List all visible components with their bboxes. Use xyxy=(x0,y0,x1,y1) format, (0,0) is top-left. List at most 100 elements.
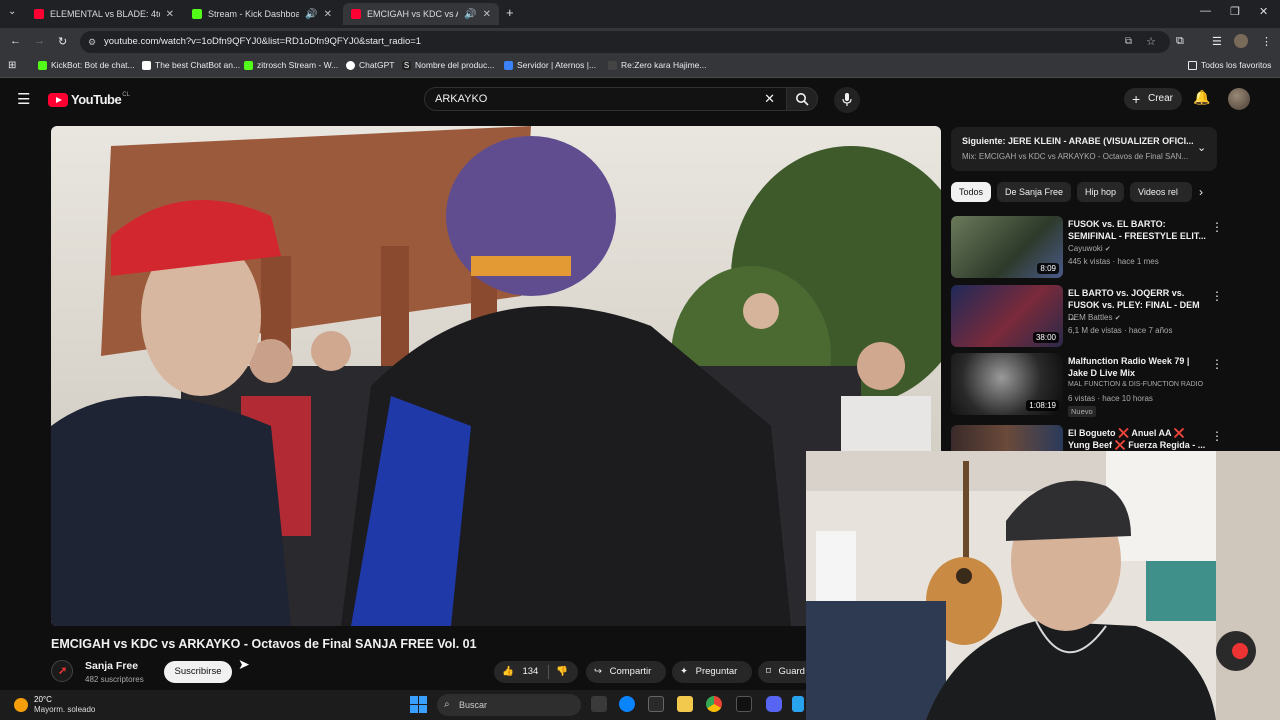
tab-emcigah-video[interactable]: EMCIGAH vs KDC vs ARKAY 🔊 ✕ xyxy=(343,3,499,25)
bookmark-favicon-icon: S xyxy=(402,60,411,70)
video-thumbnail[interactable] xyxy=(951,425,1063,451)
search-button[interactable] xyxy=(786,87,818,111)
related-video-channel[interactable]: DEM Battles ✔ xyxy=(1068,313,1121,322)
chrome-menu-icon[interactable]: ⋮ xyxy=(1261,35,1272,48)
chrome-icon[interactable] xyxy=(706,696,722,712)
voice-search-button[interactable] xyxy=(834,87,860,113)
extensions-icon[interactable]: ⧉ xyxy=(1176,35,1184,48)
subscribe-button[interactable]: Suscribirse xyxy=(164,661,232,683)
account-avatar[interactable] xyxy=(1228,88,1250,110)
bookmark-zitrosch[interactable]: zitrosch Stream - W... xyxy=(244,60,338,70)
more-options-icon[interactable]: ⋮ xyxy=(1211,429,1223,443)
up-next-panel[interactable]: Siguiente: JERE KLEIN - ARABE (VISUALIZE… xyxy=(951,127,1217,171)
kick-favicon-icon xyxy=(38,60,47,70)
chip-de-sanja-free[interactable]: De Sanja Free xyxy=(997,182,1072,202)
save-button[interactable]: ⌑ Guard xyxy=(758,661,806,683)
related-video-2[interactable]: 38:00 EL BARTO vs. JOQERR vs. FUSOK vs. … xyxy=(951,285,1226,349)
maximize-window-icon[interactable]: ❐ xyxy=(1230,5,1240,18)
audio-icon[interactable]: 🔊 xyxy=(464,9,476,20)
more-options-icon[interactable]: ⋮ xyxy=(1211,220,1223,234)
ask-button[interactable]: ✦ Preguntar xyxy=(672,661,752,683)
address-bar[interactable]: ⚙ youtube.com/watch?v=1oDfn9QFYJ0&list=R… xyxy=(80,31,1170,53)
forward-icon[interactable]: → xyxy=(34,35,45,47)
related-video-channel[interactable]: MAL FUNCTION & DIS-FUNCTION RADIO xyxy=(1068,381,1203,388)
thumbs-up-icon: 👍 xyxy=(502,666,514,677)
chevron-down-icon[interactable]: ⌄ xyxy=(1197,141,1206,154)
audio-icon[interactable]: 🔊 xyxy=(305,9,317,20)
bookmark-star-icon[interactable]: ☆ xyxy=(1146,31,1156,53)
bookmark-label: Re:Zero kara Hajime... xyxy=(621,60,707,70)
more-options-icon[interactable]: ⋮ xyxy=(1211,357,1223,371)
like-dislike-group: 👍 134 👎 xyxy=(494,661,578,683)
search-placeholder: Buscar xyxy=(459,700,488,710)
edge-browser-icon[interactable] xyxy=(619,696,635,712)
chip-videos-relacionados[interactable]: Videos rel xyxy=(1130,182,1192,202)
like-button[interactable]: 👍 134 xyxy=(494,661,548,683)
bookmark-chatbot[interactable]: The best ChatBot an... xyxy=(142,60,240,70)
video-thumbnail[interactable]: 1:08:19 xyxy=(951,353,1063,415)
tab-elemental[interactable]: ELEMENTAL vs BLADE: 4tos - D ✕ xyxy=(26,3,182,25)
dislike-button[interactable]: 👎 xyxy=(556,661,568,683)
apps-grid-icon[interactable]: ⊞ xyxy=(8,60,16,71)
share-button[interactable]: ↪ Compartir xyxy=(586,661,666,683)
windows-start-icon[interactable] xyxy=(410,696,427,718)
all-bookmarks-folder[interactable]: Todos los favoritos xyxy=(1188,60,1271,70)
close-tab-icon[interactable]: ✕ xyxy=(483,9,491,20)
bookmark-rezero[interactable]: Re:Zero kara Hajime... xyxy=(608,60,707,70)
back-icon[interactable]: ← xyxy=(10,35,21,47)
close-window-icon[interactable]: ✕ xyxy=(1259,5,1268,18)
related-video-1[interactable]: 8:09 FUSOK vs. EL BARTO: SEMIFINAL - FRE… xyxy=(951,216,1226,280)
discord-icon[interactable] xyxy=(766,696,782,712)
bookmark-chatgpt[interactable]: ChatGPT xyxy=(346,60,394,70)
channel-name[interactable]: Sanja Free xyxy=(85,660,138,672)
video-thumbnail[interactable]: 38:00 xyxy=(951,285,1063,347)
youtube-logo[interactable]: YouTube CL xyxy=(48,92,130,107)
new-tab-icon[interactable]: + xyxy=(506,5,514,20)
bookmark-label: KickBot: Bot de chat... xyxy=(51,60,135,70)
capcut-icon[interactable] xyxy=(736,696,752,712)
sparkle-icon: ✦ xyxy=(680,666,688,677)
youtube-header: ☰ YouTube CL ARKAYKO ✕ + Crear 🔔 xyxy=(0,80,1280,120)
file-explorer-icon[interactable] xyxy=(677,696,693,712)
channel-label: DEM Battles xyxy=(1068,313,1113,322)
video-thumbnail[interactable]: 8:09 xyxy=(951,216,1063,278)
bookmark-producto[interactable]: S Nombre del produc... xyxy=(402,60,494,70)
profile-avatar[interactable] xyxy=(1234,34,1248,48)
notifications-bell-icon[interactable]: 🔔 xyxy=(1193,89,1210,106)
chip-todos[interactable]: Todos xyxy=(951,182,992,202)
bookmark-favicon-icon xyxy=(142,60,151,70)
close-tab-icon[interactable]: ✕ xyxy=(324,9,332,20)
related-video-4[interactable]: El Bogueto ❌ Anuel AA ❌ Yung Beef ❌ Fuer… xyxy=(951,425,1226,451)
task-view-icon[interactable] xyxy=(591,696,607,712)
tab-search-icon[interactable]: ⌄ xyxy=(8,6,16,17)
chevron-right-icon[interactable]: › xyxy=(1199,185,1203,199)
minimize-window-icon[interactable]: — xyxy=(1200,5,1211,17)
bookmark-label: ChatGPT xyxy=(359,60,395,70)
related-video-channel[interactable]: Cayuwoki ✔ xyxy=(1068,244,1111,253)
hamburger-menu-icon[interactable]: ☰ xyxy=(17,90,30,108)
bookmarks-bar: ⊞ KickBot: Bot de chat... The best ChatB… xyxy=(0,56,1280,78)
taskbar-search-input[interactable]: ⌕ Buscar xyxy=(437,694,581,716)
browser-toolbar: ← → ↻ ⚙ youtube.com/watch?v=1oDfn9QFYJ0&… xyxy=(0,28,1280,56)
subscriber-count: 482 suscriptores xyxy=(85,675,144,684)
more-options-icon[interactable]: ⋮ xyxy=(1211,289,1223,303)
weather-sun-icon[interactable] xyxy=(14,698,28,712)
create-button[interactable]: + Crear xyxy=(1124,88,1182,110)
channel-avatar[interactable]: ➚ xyxy=(51,660,73,682)
windows-logo-icon xyxy=(410,696,427,713)
related-video-3[interactable]: 1:08:19 Malfunction Radio Week 79 | Jake… xyxy=(951,353,1226,417)
chip-hip-hop[interactable]: Hip hop xyxy=(1077,182,1125,202)
clear-search-icon[interactable]: ✕ xyxy=(764,88,775,110)
side-panel-icon[interactable]: ☰ xyxy=(1212,35,1222,48)
app-icon[interactable] xyxy=(648,696,664,712)
up-next-title: Siguiente: JERE KLEIN - ARABE (VISUALIZE… xyxy=(962,136,1194,146)
install-app-icon[interactable]: ⧉ xyxy=(1125,31,1132,53)
site-info-icon[interactable]: ⚙ xyxy=(88,31,96,53)
reload-icon[interactable]: ↻ xyxy=(58,35,67,48)
bookmark-aternos[interactable]: Servidor | Aternos |... xyxy=(504,60,596,70)
search-input[interactable]: ARKAYKO ✕ xyxy=(424,87,788,111)
tab-kick-dashboard[interactable]: Stream - Kick Dashboard 🔊 ✕ xyxy=(184,3,340,25)
bookmark-kickbot[interactable]: KickBot: Bot de chat... xyxy=(38,60,135,70)
app-icon[interactable] xyxy=(792,696,804,712)
close-tab-icon[interactable]: ✕ xyxy=(166,9,174,20)
